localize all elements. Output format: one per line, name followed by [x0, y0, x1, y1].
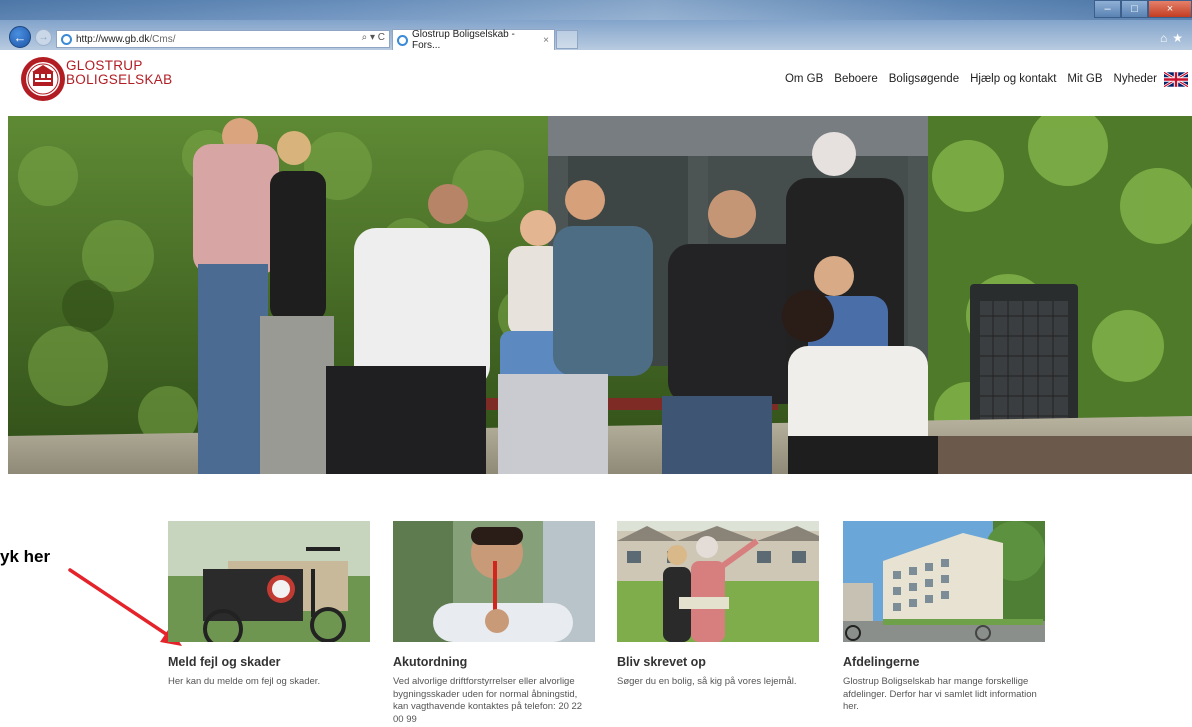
nav-hjaelp-og-kontakt[interactable]: Hjælp og kontakt	[970, 73, 1056, 85]
hero-image	[8, 116, 1192, 474]
card-title[interactable]: Meld fejl og skader	[168, 655, 370, 669]
cargo-bike-photo-icon	[168, 521, 370, 642]
uk-flag-icon[interactable]	[1164, 72, 1188, 87]
back-button[interactable]: ←	[9, 26, 31, 48]
restore-button[interactable]: □	[1121, 0, 1148, 18]
arrow-left-icon: ←	[13, 29, 27, 45]
forward-button[interactable]: →	[35, 29, 52, 46]
url-host: http://www.gb.dk	[76, 33, 150, 45]
card-text: Ved alvorlige driftforstyrrelser eller a…	[393, 676, 583, 725]
minimize-button[interactable]: –	[1094, 0, 1121, 18]
arrow-right-icon: →	[38, 32, 49, 43]
logo-line-2: BOLIGSELSKAB	[66, 72, 173, 87]
card-title[interactable]: Akutordning	[393, 655, 595, 669]
logo-line-1: GLOSTRUP	[66, 58, 143, 73]
card-bliv-skrevet-op[interactable]: Bliv skrevet op Søger du en bolig, så ki…	[617, 521, 819, 689]
browser-tab[interactable]: Glostrup Boligselskab - Fors... ×	[392, 29, 555, 50]
tab-favicon-icon	[397, 34, 408, 46]
nav-om-gb[interactable]: Om GB	[785, 73, 823, 85]
card-title[interactable]: Bliv skrevet op	[617, 655, 819, 669]
nav-beboere[interactable]: Beboere	[834, 73, 877, 85]
card-text: Glostrup Boligselskab har mange forskell…	[843, 676, 1037, 712]
main-nav: Om GB Beboere Boligsøgende Hjælp og kont…	[785, 73, 1157, 85]
nav-boligsogende[interactable]: Boligsøgende	[889, 73, 959, 85]
nav-nyheder[interactable]: Nyheder	[1114, 73, 1157, 85]
site-header: GLOSTRUP BOLIGSELSKAB Om GB Beboere Boli…	[0, 50, 1192, 112]
card-title[interactable]: Afdelingerne	[843, 655, 1045, 669]
title-bar	[0, 0, 1192, 20]
card-afdelingerne[interactable]: Afdelingerne Glostrup Boligselskab har m…	[843, 521, 1045, 714]
card-text: Her kan du melde om fejl og skader.	[168, 676, 321, 687]
window-controls: – □ ×	[1094, 0, 1192, 18]
card-text: Søger du en bolig, så kig på vores lejem…	[617, 676, 797, 687]
address-bar[interactable]: http://www.gb.dk /Cms/ ⌕ ▾ C	[56, 30, 390, 48]
tab-title: Glostrup Boligselskab - Fors...	[412, 29, 515, 50]
site-logo[interactable]: GLOSTRUP BOLIGSELSKAB	[66, 59, 172, 87]
tab-close-icon[interactable]: ×	[543, 35, 549, 46]
nav-mit-gb[interactable]: Mit GB	[1067, 73, 1102, 85]
man-with-pencil-photo-icon	[393, 521, 595, 642]
card-akutordning[interactable]: Akutordning Ved alvorlige driftforstyrre…	[393, 521, 595, 726]
couple-pointing-photo-icon	[617, 521, 819, 642]
home-favorites-icons[interactable]: ⌂★	[1160, 31, 1188, 45]
close-window-button[interactable]: ×	[1148, 0, 1192, 18]
browser-chrome: ← → http://www.gb.dk /Cms/ ⌕ ▾ C Glostru…	[0, 0, 1192, 50]
apartment-building-photo-icon	[843, 521, 1045, 642]
url-path: /Cms/	[149, 33, 176, 45]
logo-seal-icon[interactable]	[20, 55, 66, 103]
ie-favicon-icon	[61, 33, 72, 45]
search-refresh-icons[interactable]: ⌕ ▾ C	[362, 32, 385, 43]
card-meld-fejl[interactable]: Meld fejl og skader Her kan du melde om …	[168, 521, 370, 689]
hero-photo-icon	[8, 116, 1192, 474]
new-tab-button[interactable]	[556, 30, 578, 49]
